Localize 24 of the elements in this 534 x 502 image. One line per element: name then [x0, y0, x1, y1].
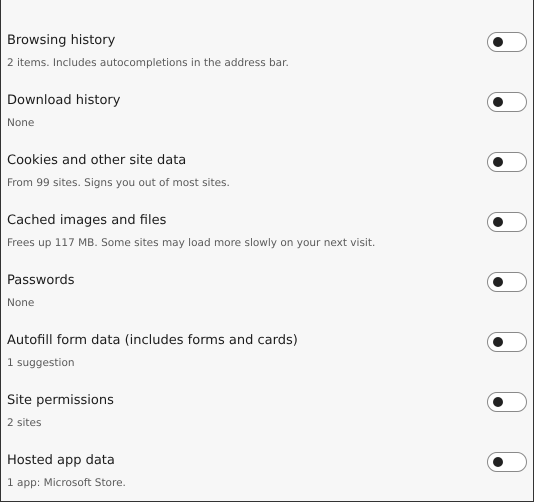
toggle-switch[interactable]: [487, 332, 527, 352]
option-title: Cached images and files: [7, 212, 168, 230]
toggle-switch[interactable]: [487, 392, 527, 412]
option-description: None: [7, 116, 36, 130]
option-title: Passwords: [7, 272, 74, 290]
option-description: None: [7, 296, 36, 310]
option-description: 1 suggestion: [7, 356, 76, 370]
option-title: Autofill form data (includes forms and cards): [7, 332, 298, 350]
option-title: Cookies and other site data: [7, 152, 188, 170]
option-title: Site permissions: [7, 392, 114, 410]
option-title: Browsing history: [7, 32, 116, 50]
option-description: From 99 sites. Signs you out of most sites.: [7, 176, 230, 190]
toggle-switch[interactable]: [487, 212, 527, 232]
toggle-switch[interactable]: [487, 32, 527, 52]
toggle-switch[interactable]: [487, 452, 527, 472]
option-description: 2 items. Includes autocompletions in the address bar.: [7, 56, 289, 70]
option-title: Download history: [7, 92, 120, 110]
option-description: Frees up 117 MB. Some sites may load more slowly on your next visit.: [7, 236, 376, 250]
toggle-switch[interactable]: [487, 152, 527, 172]
option-title: Hosted app data: [7, 452, 116, 470]
toggle-switch[interactable]: [487, 272, 527, 292]
option-description: 1 app: Microsoft Store.: [7, 476, 126, 490]
option-description: 2 sites: [7, 416, 42, 430]
toggle-switch[interactable]: [487, 92, 527, 112]
